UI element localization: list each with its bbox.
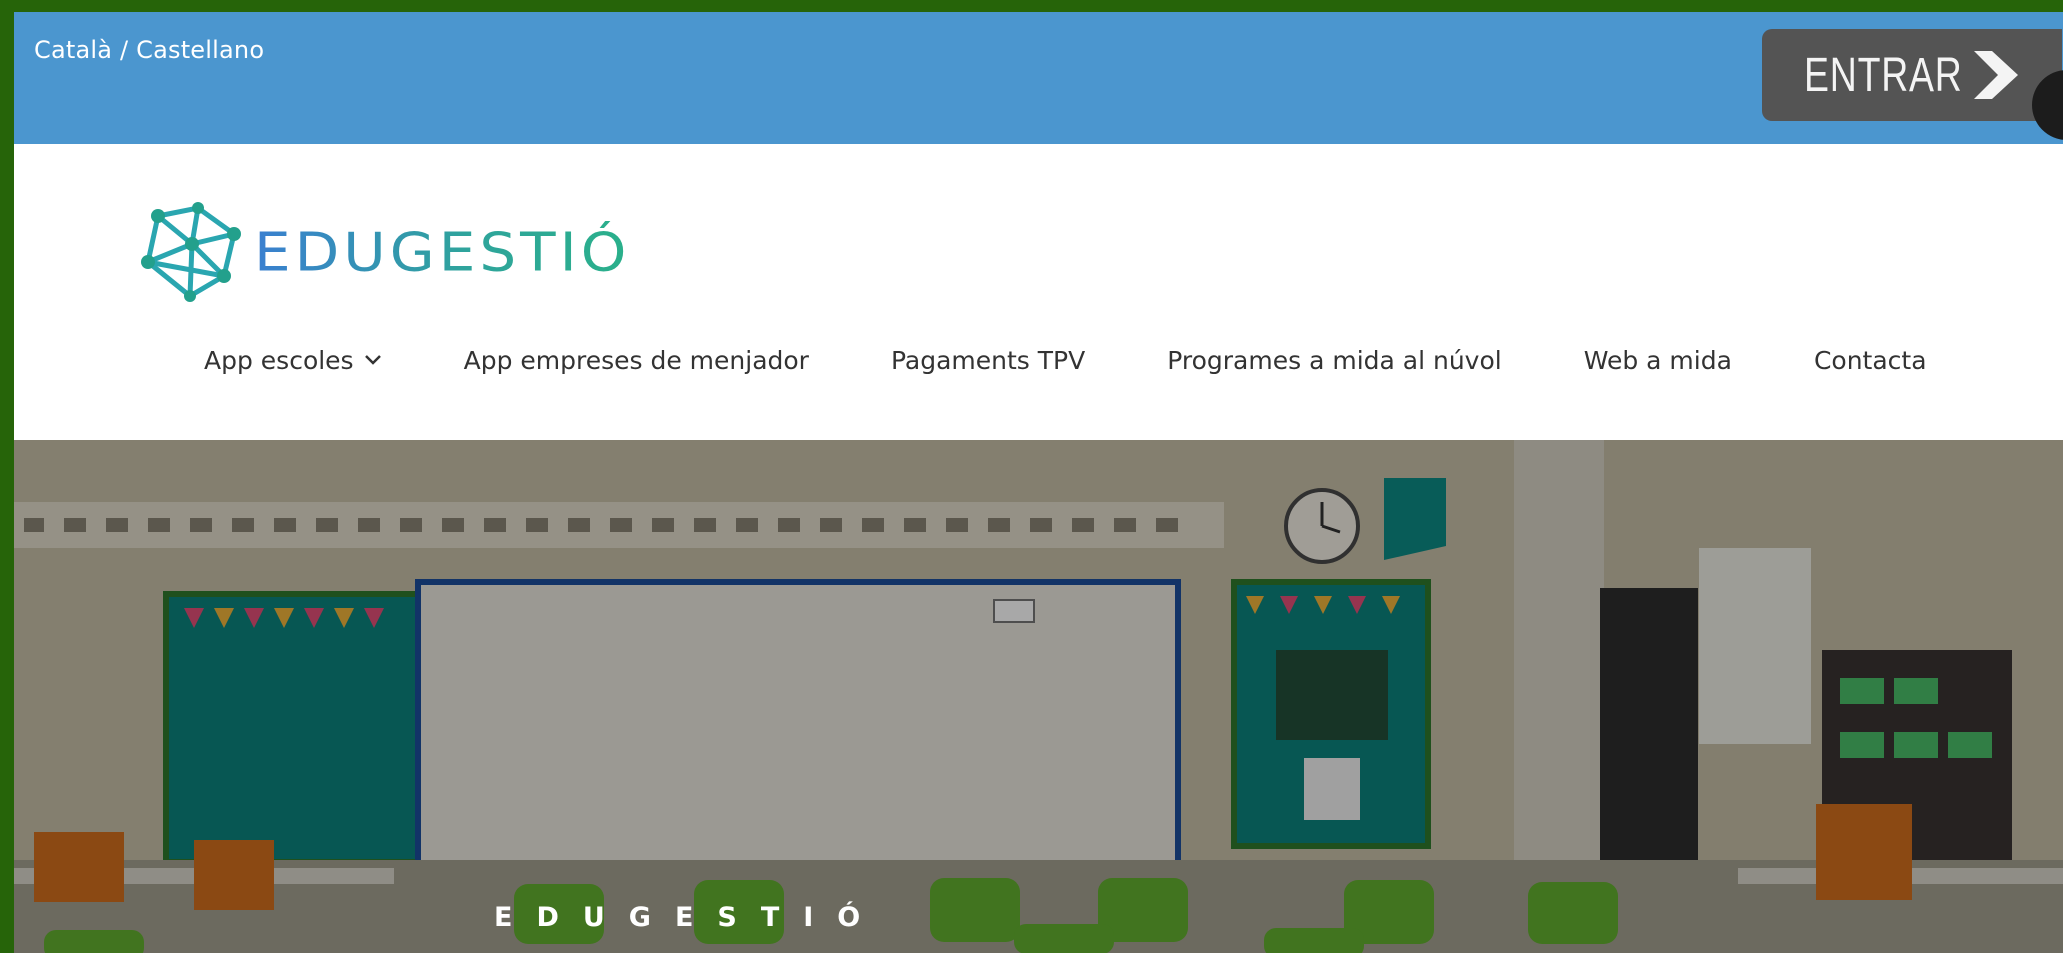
chevron-down-icon — [364, 355, 381, 365]
nav-item-label: Web a mida — [1583, 345, 1732, 375]
hero-banner: EDUGESTIÓ — [14, 440, 2063, 953]
login-button[interactable]: ENTRAR — [1762, 29, 2062, 121]
nav-item-label: Programes a mida al núvol — [1167, 345, 1502, 375]
page: Català / Castellano ENTRAR EDUGESTIÓ App… — [14, 12, 2063, 953]
nav-item-label: Pagaments TPV — [890, 345, 1086, 375]
language-catalan-link[interactable]: Català — [34, 36, 112, 64]
logo[interactable]: EDUGESTIÓ — [140, 202, 630, 302]
nav-item-label: App empreses de menjador — [463, 345, 809, 375]
nav-item-label: App escoles — [204, 345, 354, 375]
main-nav: App escoles App empreses de menjador Pag… — [204, 340, 2009, 380]
hero-title: EDUGESTIÓ — [494, 902, 885, 933]
nav-item-programes-a-mida[interactable]: Programes a mida al núvol — [1167, 346, 1501, 375]
language-separator: / — [112, 36, 137, 64]
nav-item-label: Contacta — [1813, 345, 1927, 375]
top-bar: Català / Castellano ENTRAR — [14, 12, 2063, 144]
network-logo-icon — [141, 202, 241, 302]
chevron-right-icon — [1974, 51, 2018, 99]
language-switcher: Català / Castellano — [34, 36, 264, 64]
nav-item-web-a-mida[interactable]: Web a mida — [1584, 346, 1732, 375]
nav-item-app-empreses-de-menjador[interactable]: App empreses de menjador — [464, 346, 809, 375]
nav-item-contacta[interactable]: Contacta — [1814, 346, 1927, 375]
hero-dim-overlay — [14, 440, 2063, 953]
nav-item-pagaments-tpv[interactable]: Pagaments TPV — [891, 346, 1085, 375]
login-button-label: ENTRAR — [1804, 48, 1963, 102]
site-header: EDUGESTIÓ App escoles App empreses de me… — [14, 144, 2063, 440]
nav-item-app-escoles[interactable]: App escoles — [204, 346, 382, 375]
language-spanish-link[interactable]: Castellano — [136, 36, 264, 64]
logo-text: EDUGESTIÓ — [254, 220, 631, 284]
